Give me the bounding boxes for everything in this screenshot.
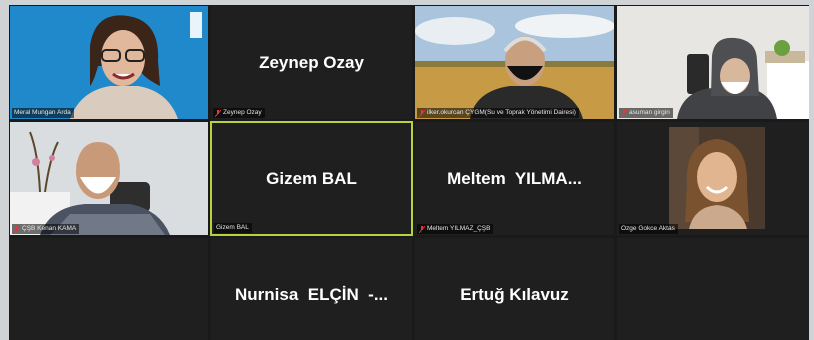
empty-tile <box>10 238 208 340</box>
participant-video <box>10 122 208 235</box>
muted-mic-icon <box>14 225 20 233</box>
participant-tile[interactable]: Nurnisa ELÇİN -... <box>211 238 412 340</box>
participant-tile[interactable]: ilker.okurcan ÇYGM(Su ve Toprak Yönetimi… <box>415 6 614 119</box>
muted-mic-icon <box>419 109 425 117</box>
muted-mic-icon <box>215 109 221 117</box>
participant-tile[interactable]: Ozge Gokce Aktas <box>617 122 809 235</box>
participant-tile[interactable]: Meral Mungan Arda <box>10 6 208 119</box>
participant-tile-active-speaker[interactable]: Gizem BAL Gizem BAL <box>210 121 413 236</box>
participant-video <box>669 127 765 229</box>
participant-tile[interactable]: Zeynep Ozay Zeynep Ozay <box>211 6 412 119</box>
participant-display-name: Zeynep Ozay <box>259 52 364 72</box>
participant-name-label: Ozge Gokce Aktas <box>619 224 678 234</box>
muted-mic-icon <box>621 109 627 117</box>
muted-mic-icon <box>419 225 425 233</box>
participant-name-label: Gizem BAL <box>214 223 252 233</box>
participant-name-label: Meral Mungan Arda <box>12 108 74 118</box>
window-frame-right <box>809 0 814 340</box>
participant-tile[interactable]: asuman girgin <box>617 6 809 119</box>
window-frame-top <box>0 0 814 5</box>
participant-display-name: Ertuğ Kılavuz <box>460 285 569 304</box>
participant-video <box>415 6 614 119</box>
participant-video <box>10 6 208 119</box>
participant-name-label: ÇŞB Kenan KAMA <box>12 224 80 234</box>
window-frame-left <box>0 0 9 340</box>
participant-name-label: asuman girgin <box>619 108 673 118</box>
participant-display-name: Gizem BAL <box>266 168 357 188</box>
participant-tile[interactable]: Meltem YILMA... Meltem YILMAZ_ÇŞB <box>415 122 614 235</box>
empty-tile <box>617 238 809 340</box>
participant-video <box>617 6 809 119</box>
participant-display-name: Meltem YILMA... <box>447 168 582 188</box>
participant-name-label: Zeynep Ozay <box>213 108 265 118</box>
participant-tile[interactable]: Ertuğ Kılavuz <box>415 238 614 340</box>
participant-name-label: Meltem YILMAZ_ÇŞB <box>417 224 494 234</box>
participant-name-label: ilker.okurcan ÇYGM(Su ve Toprak Yönetimi… <box>417 108 579 118</box>
participant-tile[interactable]: ÇŞB Kenan KAMA <box>10 122 208 235</box>
participant-display-name: Nurnisa ELÇİN -... <box>234 285 389 304</box>
